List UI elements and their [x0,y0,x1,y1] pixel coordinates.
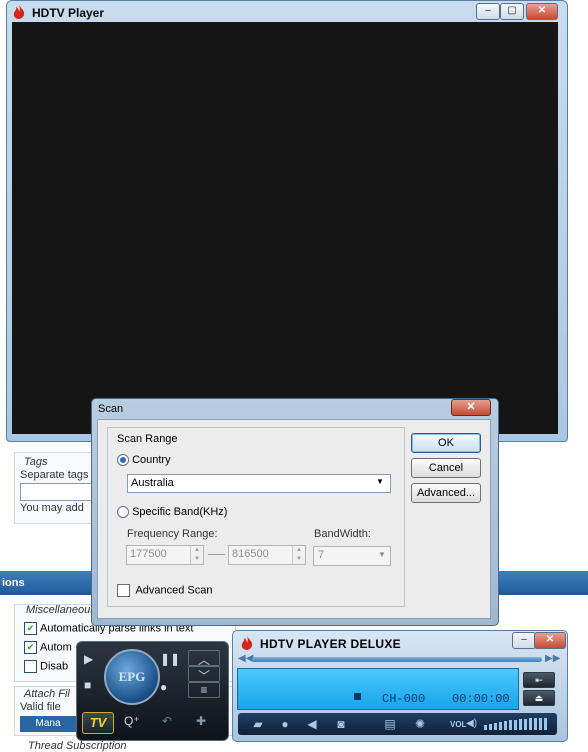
record-list-icon[interactable]: ▤ [382,716,398,732]
cancel-button[interactable]: Cancel [411,458,481,478]
scan-range-label: Scan Range [115,433,180,445]
channel-down-icon[interactable]: ﹀ [188,666,220,683]
flame-logo-icon [241,636,253,650]
record-icon[interactable]: ● [160,680,167,694]
specific-band-radio-row[interactable]: Specific Band(KHz) [117,506,228,519]
camera-icon[interactable]: ◙ [333,716,349,732]
misc-option-label: Autom [40,641,72,654]
epg-button[interactable]: EPG [104,649,160,705]
bandwidth-label: BandWidth: [314,528,371,540]
speaker-icon[interactable]: ◀) [466,718,477,729]
thread-subscription-title: Thread Subscription [28,740,127,752]
dropdown-arrow-icon[interactable]: ▼ [376,477,384,486]
stop-indicator-icon [354,693,361,700]
dropdown-arrow-icon[interactable]: ▼ [378,550,386,559]
misc-option-row[interactable]: ✔ Autom [24,641,72,654]
tags-note: You may add [20,502,84,514]
volume-label: VOL [450,720,467,729]
audio-icon[interactable]: ◀ [304,716,320,732]
advanced-scan-checkbox[interactable] [117,584,130,597]
freq-to-spinner[interactable]: 816500 ▲ ▼ [228,545,306,565]
pause-icon[interactable]: ❚❚ [160,652,180,666]
minimize-button[interactable]: – [476,3,500,20]
scan-close-button[interactable]: ✕ [451,399,491,416]
settings-icon[interactable]: ✺ [412,716,428,732]
range-dash [208,554,225,555]
misc-option-row[interactable]: Disab [24,660,68,673]
options-header-title: ions [2,577,25,589]
valid-file-label: Valid file [20,701,61,713]
tags-title: Tags [24,456,48,468]
eject-button[interactable]: ⏏ [523,690,555,706]
advanced-scan-label: Advanced Scan [135,584,213,597]
ok-button[interactable]: OK [411,433,481,453]
specific-band-radio[interactable] [117,506,129,519]
maximize-button[interactable]: ▢ [500,3,524,20]
channel-display: CH-000 [382,692,426,706]
time-display: 00:00:00 [452,692,510,706]
misc-option-label: Disab [40,660,69,673]
close-button[interactable]: ✕ [526,3,558,20]
deluxe-close-button[interactable]: ✕ [534,632,566,649]
play-icon[interactable]: ▶ [84,652,93,666]
spinner-arrows-icon[interactable]: ▲ ▼ [190,546,203,564]
country-label: Country [132,454,171,466]
undo-icon[interactable]: ↶ [162,714,172,728]
volume-slider[interactable] [478,717,554,731]
country-radio[interactable] [117,454,129,467]
advanced-button[interactable]: Advanced... [411,483,481,503]
add-favorite-icon[interactable]: ✚ [196,714,206,728]
volume-bars-icon [484,718,547,730]
advanced-scan-row[interactable]: Advanced Scan [117,584,213,597]
stop-icon[interactable]: ■ [84,678,91,692]
deluxe-minimize-button[interactable]: – [512,632,536,649]
tv-button[interactable]: TV [82,712,114,734]
freq-from-value: 177500 [130,548,167,560]
freq-to-value: 816500 [232,548,269,560]
freq-from-spinner[interactable]: 177500 ▲ ▼ [126,545,204,565]
fast-forward-icon[interactable]: ▶▶ [545,653,560,664]
pip-button[interactable]: ⇤ [523,672,555,688]
flame-logo-icon [13,5,25,19]
bandwidth-select[interactable]: 7 ▼ [313,546,391,566]
country-radio-row[interactable]: Country [117,454,171,467]
seek-slider[interactable] [252,657,542,662]
deluxe-title: HDTV PLAYER DELUXE [260,637,401,651]
spinner-arrows-icon[interactable]: ▲ ▼ [292,546,305,564]
frequency-range-label: Frequency Range: [127,528,218,540]
bandwidth-value: 7 [318,549,325,561]
checkbox-checked[interactable]: ✔ [24,641,37,654]
country-select-value: Australia [131,477,174,489]
channel-up-icon[interactable]: ︿ [188,650,220,667]
checkbox-checked[interactable]: ✔ [24,622,37,635]
channel-list-icon[interactable]: ≡ [188,682,220,698]
subtitle-icon[interactable]: ● [277,716,293,732]
manage-attachments-button[interactable]: Mana [20,716,76,732]
video-display[interactable] [12,22,558,434]
specific-band-label: Specific Band(KHz) [132,506,228,518]
scan-search-icon[interactable]: Q⁺ [124,714,140,728]
folder-icon[interactable]: ▰ [250,716,266,732]
scan-dialog-title: Scan [98,403,124,415]
player-title: HDTV Player [32,6,105,20]
attach-files-title: Attach Fil [24,688,70,700]
tags-description: Separate tags [20,469,89,481]
checkbox-unchecked[interactable] [24,660,37,673]
